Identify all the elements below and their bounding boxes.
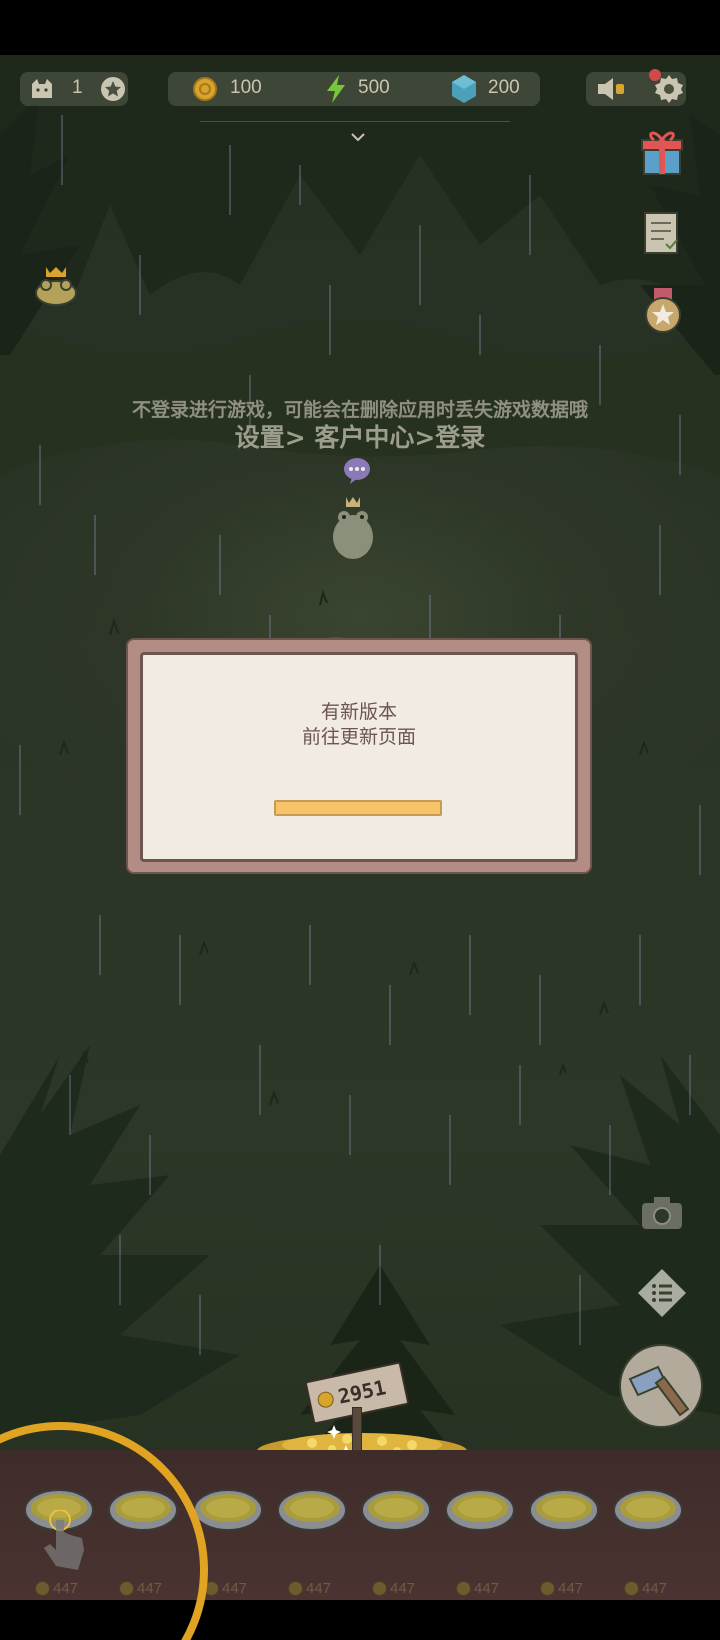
cat-icon — [30, 78, 54, 104]
update-message: 前往更新页面 — [301, 726, 416, 748]
tutorial-highlight — [0, 1422, 208, 1640]
bowl-price: 447 — [642, 1580, 668, 1597]
camera-icon[interactable] — [640, 1195, 684, 1235]
update-progress-bar — [274, 800, 442, 816]
pointer-hand-icon — [38, 1509, 90, 1584]
star-badge-icon[interactable] — [99, 75, 127, 107]
sign-post — [352, 1407, 362, 1453]
frog-crown-icon[interactable] — [34, 265, 78, 311]
menu-list-icon[interactable] — [636, 1267, 688, 1323]
gear-icon[interactable] — [652, 72, 686, 110]
chevron-down-icon[interactable] — [350, 127, 366, 146]
frog-character[interactable] — [328, 493, 378, 565]
checklist-icon[interactable] — [642, 210, 682, 260]
hud-divider — [200, 121, 510, 122]
sign-coin-value: 2951 — [335, 1375, 389, 1409]
sign-coin-icon — [316, 1390, 336, 1410]
food-bowl[interactable] — [361, 1488, 431, 1532]
cat-count: 1 — [72, 77, 83, 98]
food-bowl[interactable] — [277, 1488, 347, 1532]
bowl-coin-icon — [456, 1581, 471, 1596]
hammer-icon[interactable] — [618, 1343, 704, 1433]
bowl-price: 447 — [390, 1580, 416, 1597]
gem-icon — [450, 74, 478, 108]
bowl-price: 447 — [222, 1580, 248, 1597]
bowl-price: 447 — [558, 1580, 584, 1597]
medal-icon[interactable] — [644, 287, 682, 339]
chat-bubble-icon[interactable] — [342, 457, 372, 489]
bowl-coin-icon — [624, 1581, 639, 1596]
speaker-icon[interactable] — [594, 75, 628, 107]
food-bowl[interactable] — [613, 1488, 683, 1532]
coin-amount: 100 — [230, 77, 262, 98]
gem-amount: 200 — [488, 77, 520, 98]
lightning-icon — [324, 74, 348, 108]
bowl-price: 447 — [474, 1580, 500, 1597]
update-title: 有新版本 — [320, 701, 397, 723]
coin-icon — [192, 76, 218, 106]
bowl-coin-icon — [288, 1581, 303, 1596]
bowl-price: 447 — [306, 1580, 332, 1597]
gift-icon[interactable] — [640, 128, 684, 180]
update-dialog-body: 有新版本 前往更新页面 — [140, 652, 578, 862]
energy-amount: 500 — [358, 77, 390, 98]
currency-panel — [168, 72, 540, 106]
update-dialog: 有新版本 前往更新页面 — [128, 640, 590, 872]
bowl-coin-icon — [540, 1581, 555, 1596]
login-path-text: 设置> 客户中心>登录 — [234, 423, 486, 452]
bowl-coin-icon — [372, 1581, 387, 1596]
food-bowl[interactable] — [529, 1488, 599, 1532]
food-bowl[interactable] — [445, 1488, 515, 1532]
